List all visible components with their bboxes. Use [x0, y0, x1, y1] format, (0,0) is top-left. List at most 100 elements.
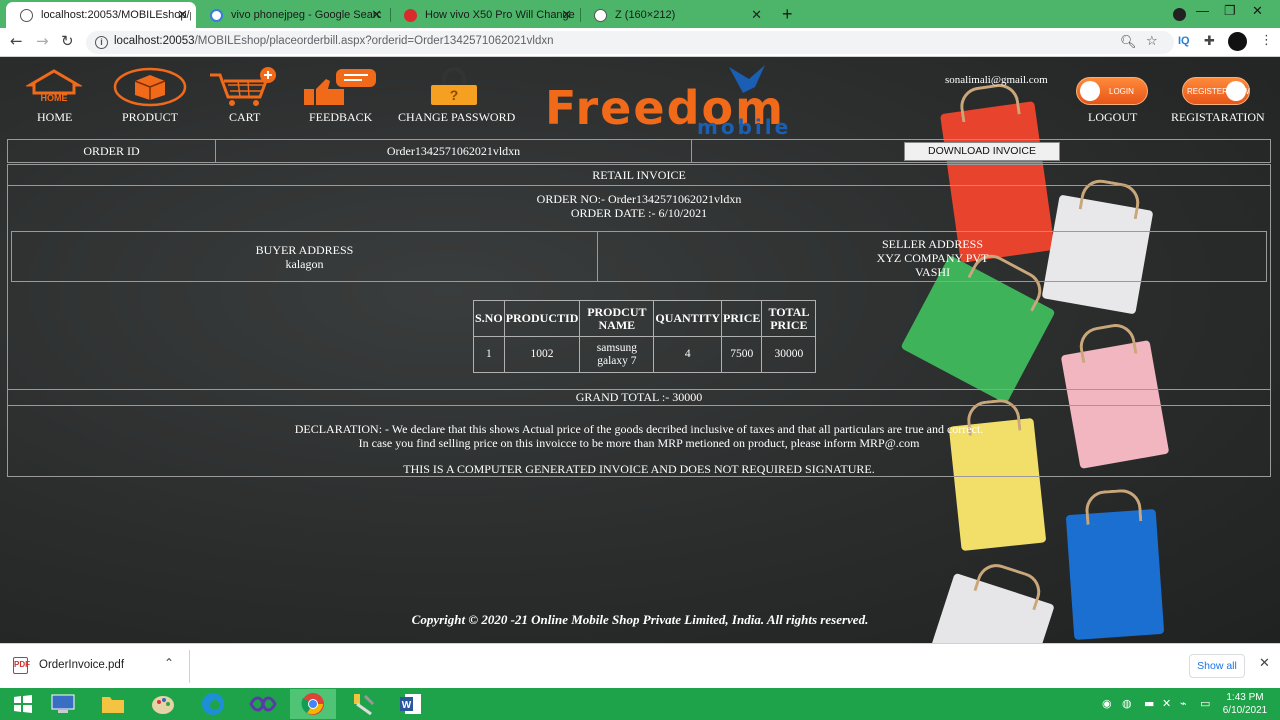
- url-path: /MOBILEshop/placeorderbill.aspx?orderid=…: [194, 35, 554, 47]
- nav-home-label[interactable]: HOME: [37, 110, 72, 125]
- downloaded-file-name[interactable]: OrderInvoice.pdf: [39, 659, 124, 671]
- column-header: S.NO: [473, 300, 505, 337]
- new-tab-button[interactable]: +: [782, 4, 793, 25]
- tray-app-icon[interactable]: ◍: [1122, 697, 1132, 710]
- order-id-value: Order1342571062021vldxn: [216, 140, 692, 162]
- battery-icon[interactable]: ▭: [1200, 697, 1210, 710]
- download-invoice-button[interactable]: DOWNLOAD INVOICE: [904, 142, 1060, 161]
- browser-tab-3[interactable]: How vivo X50 Pro Will Change th ✕: [390, 2, 580, 28]
- volume-icon[interactable]: ✕: [1162, 697, 1171, 710]
- order-id-row: ORDER ID Order1342571062021vldxn DOWNLOA…: [7, 139, 1271, 163]
- url-host: localhost:20053: [114, 35, 195, 47]
- profile-avatar[interactable]: [1228, 32, 1247, 51]
- nav-cart-label[interactable]: CART: [229, 110, 260, 125]
- tray-app-icon[interactable]: ◉: [1102, 697, 1112, 710]
- declaration-line-1: DECLARATION: - We declare that this show…: [294, 422, 984, 436]
- declaration-line-2: In case you find selling price on this i…: [358, 436, 920, 450]
- seller-address-label: SELLER ADDRESS: [881, 237, 983, 251]
- paint-icon[interactable]: [140, 689, 186, 719]
- extensions-icon[interactable]: ✚: [1204, 34, 1215, 49]
- address-bar[interactable]: i localhost:20053/MOBILEshop/placeorderb…: [86, 31, 1174, 54]
- taskbar-clock[interactable]: 1:43 PM 6/10/2021: [1216, 691, 1274, 717]
- wifi-icon[interactable]: ⌁: [1180, 697, 1187, 710]
- globe-icon: [20, 8, 33, 22]
- forward-icon[interactable]: →: [36, 32, 49, 50]
- iq-extension-icon[interactable]: IQ: [1178, 35, 1190, 47]
- close-icon[interactable]: ✕: [177, 7, 188, 23]
- download-shelf: PDF OrderInvoice.pdf ⌃ Show all ✕: [0, 643, 1280, 688]
- network-icon[interactable]: [40, 689, 86, 719]
- nav-logout[interactable]: LOGOUT: [1088, 110, 1137, 125]
- restore-icon[interactable]: ❐: [1224, 3, 1236, 19]
- column-header: TOTAL PRICE: [761, 300, 817, 337]
- copyright-text: Copyright © 2020 -21 Online Mobile Shop …: [411, 612, 869, 627]
- network-tray-icon[interactable]: ▬: [1144, 697, 1154, 710]
- windows-taskbar: W ◉ ◍ ▬ ✕ ⌁ ▭ 1:43 PM 6/10/2021: [0, 688, 1280, 720]
- tools-icon[interactable]: [340, 689, 386, 719]
- close-icon[interactable]: ✕: [561, 7, 572, 23]
- tab-title: How vivo X50 Pro Will Change th: [425, 9, 575, 21]
- arrow-circle-icon: [1226, 81, 1246, 101]
- reload-icon[interactable]: ↻: [61, 32, 74, 50]
- visual-studio-icon[interactable]: [240, 689, 286, 719]
- nav-home[interactable]: HOME: [24, 67, 84, 111]
- column-header: PRODUCTID: [503, 300, 581, 337]
- nav-change-password[interactable]: ?: [428, 67, 480, 115]
- column-header: PRICE: [721, 300, 763, 337]
- tab-title: Z (160×212): [615, 9, 676, 21]
- nav-registration[interactable]: REGISTARATION: [1171, 110, 1265, 125]
- seller-city: VASHI: [914, 265, 951, 279]
- order-date-line: ORDER DATE :- 6/10/2021: [570, 206, 708, 220]
- logo-sub: mobile: [697, 115, 792, 139]
- address-table: BUYER ADDRESS kalagon SELLER ADDRESS XYZ…: [11, 231, 1267, 282]
- browser-tab-2[interactable]: vivo phonejpeg - Google Search ✕: [196, 2, 390, 28]
- table-row: 1 1002 samsung galaxy 7 4 7500 30000: [473, 336, 817, 373]
- divider: [189, 650, 190, 683]
- register-pill[interactable]: REGISTER NOW: [1182, 77, 1250, 105]
- table-cell: 1: [473, 336, 505, 373]
- chevron-up-icon[interactable]: ⌃: [164, 656, 174, 670]
- web-page: HOME HOME PRODUCT CART FEEDBACK ? CHANGE…: [0, 57, 1280, 643]
- table-cell: 7500: [721, 336, 763, 373]
- divider: [8, 405, 1270, 406]
- file-explorer-icon[interactable]: [90, 689, 136, 719]
- menu-icon[interactable]: ⋮: [1260, 33, 1273, 48]
- word-icon[interactable]: W: [388, 689, 434, 719]
- column-header: QUANTITY: [653, 300, 723, 337]
- nav-feedback[interactable]: [302, 67, 378, 115]
- nav-product-label[interactable]: PRODUCT: [122, 110, 178, 125]
- browser-toolbar: ← → ↻ i localhost:20053/MOBILEshop/place…: [0, 28, 1280, 57]
- zoom-icon[interactable]: 🔍︎: [1120, 35, 1137, 50]
- edge-icon[interactable]: [190, 689, 236, 719]
- minimize-icon[interactable]: —: [1196, 3, 1209, 18]
- nav-change-password-label[interactable]: CHANGE PASSWORD: [398, 110, 515, 125]
- home-icon: HOME: [24, 69, 84, 103]
- column-header: PRODCUT NAME: [579, 300, 655, 337]
- show-all-button[interactable]: Show all: [1189, 654, 1245, 678]
- login-pill[interactable]: LOGIN: [1076, 77, 1148, 105]
- tab-search-icon[interactable]: [1173, 8, 1186, 21]
- tab-title: localhost:20053/MOBILEshop/pla: [41, 9, 191, 21]
- nav-cart[interactable]: [208, 67, 282, 115]
- freedom-mobile-logo: Freedom mobile: [545, 65, 835, 139]
- close-icon[interactable]: ✕: [1259, 656, 1270, 671]
- lock-circle-icon: [1080, 81, 1100, 101]
- url-text: localhost:20053/MOBILEshop/placeorderbil…: [114, 35, 554, 47]
- clock-date: 6/10/2021: [1222, 705, 1268, 716]
- nav-feedback-label[interactable]: FEEDBACK: [309, 110, 372, 125]
- star-icon[interactable]: ☆: [1146, 34, 1158, 49]
- browser-tab-4[interactable]: Z (160×212) ✕: [580, 2, 770, 28]
- invoice-heading: RETAIL INVOICE: [592, 168, 686, 182]
- window-close-icon[interactable]: ✕: [1252, 3, 1263, 19]
- table-cell: 4: [653, 336, 723, 373]
- table-cell: 1002: [503, 336, 581, 373]
- close-icon[interactable]: ✕: [751, 7, 762, 23]
- chrome-icon[interactable]: [290, 689, 336, 719]
- browser-tab-1[interactable]: localhost:20053/MOBILEshop/pla ✕: [6, 2, 196, 28]
- divider: [8, 185, 1270, 186]
- info-icon[interactable]: i: [95, 36, 108, 49]
- nav-product[interactable]: [113, 67, 187, 115]
- login-pill-label: LOGIN: [1109, 87, 1134, 96]
- back-icon[interactable]: ←: [10, 32, 23, 50]
- close-icon[interactable]: ✕: [371, 7, 382, 23]
